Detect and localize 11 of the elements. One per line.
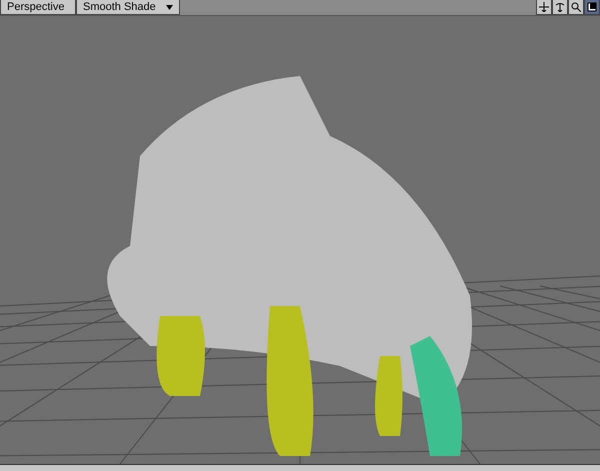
maximize-button[interactable] bbox=[584, 0, 600, 16]
zoom-button[interactable] bbox=[568, 0, 584, 16]
move-icon bbox=[539, 2, 549, 12]
rotate-icon bbox=[555, 2, 565, 12]
zoom-icon bbox=[571, 2, 581, 12]
view-mode-dropdown[interactable]: Perspective bbox=[0, 0, 76, 16]
move-view-button[interactable] bbox=[536, 0, 552, 16]
shading-dropdown[interactable]: Smooth Shade bbox=[76, 0, 180, 16]
rotate-view-button[interactable] bbox=[552, 0, 568, 16]
caret-icon bbox=[166, 4, 173, 10]
maximize-icon bbox=[587, 2, 597, 12]
